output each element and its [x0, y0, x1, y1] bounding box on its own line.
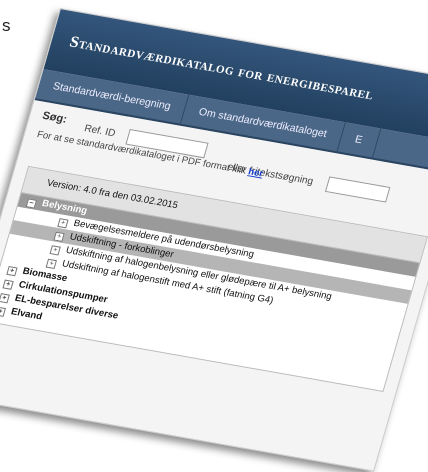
expand-icon[interactable]: + — [0, 293, 10, 304]
pdf-link[interactable]: her — [247, 166, 265, 179]
search-label: Søg: — [40, 109, 69, 126]
catalog-screenshot: Standardværdikatalog for energibesparel … — [0, 8, 428, 472]
expand-icon[interactable]: + — [57, 218, 69, 229]
expand-icon[interactable]: + — [45, 258, 57, 270]
expand-icon[interactable]: + — [6, 266, 18, 277]
tab-e[interactable]: E — [337, 122, 381, 158]
expand-icon[interactable]: + — [0, 306, 6, 317]
expand-icon[interactable]: + — [49, 245, 61, 256]
freetext-input[interactable] — [324, 176, 391, 203]
expand-icon[interactable]: + — [2, 279, 14, 290]
edge-text-top: s — [2, 16, 11, 35]
collapse-icon[interactable]: − — [25, 198, 38, 209]
expand-icon[interactable]: + — [53, 231, 65, 242]
